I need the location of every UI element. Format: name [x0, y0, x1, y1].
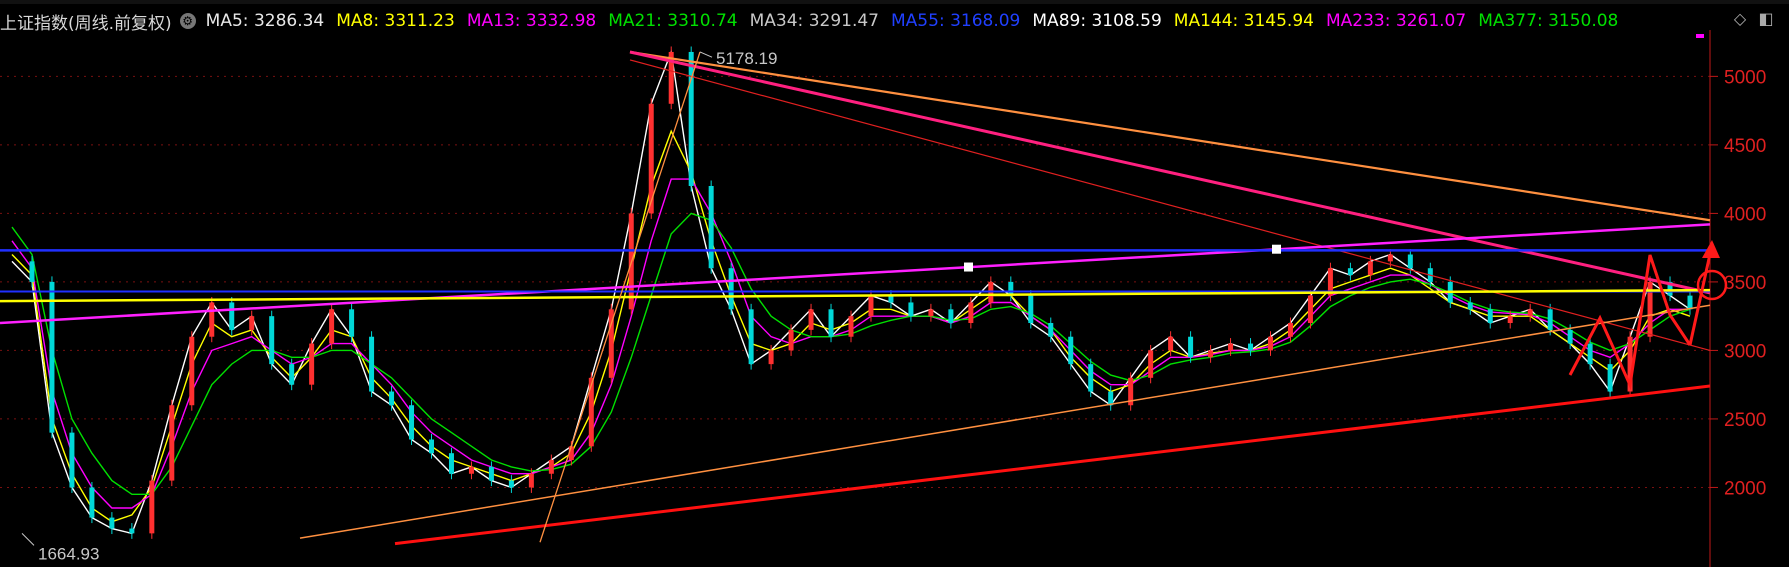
price-candle	[1168, 336, 1174, 351]
price-candle	[1088, 364, 1094, 392]
point-marker	[964, 262, 973, 272]
price-candle	[508, 480, 514, 488]
price-candle	[349, 309, 355, 337]
price-candle	[1028, 295, 1034, 324]
price-candle	[309, 343, 315, 385]
price-candle	[1347, 268, 1353, 276]
y-tick-label: 2500	[1724, 410, 1766, 431]
price-candle	[1467, 302, 1473, 310]
price-candle	[1208, 350, 1214, 358]
price-candle	[369, 336, 375, 392]
price-candle	[329, 309, 335, 344]
price-candle	[748, 309, 754, 365]
trend-line	[629, 59, 1711, 352]
price-candle	[728, 268, 734, 310]
price-candle	[1248, 343, 1254, 351]
price-candle	[1487, 309, 1493, 324]
price-candle	[768, 350, 774, 365]
price-candle	[1367, 261, 1373, 276]
trend-line	[299, 304, 1711, 539]
price-candle	[1068, 336, 1074, 365]
price-candle	[269, 316, 275, 365]
trend-line	[629, 50, 1711, 222]
high-label: 5178.19	[716, 49, 777, 68]
price-candle	[129, 528, 135, 534]
y-tick-label: 3500	[1724, 273, 1766, 294]
price-candle	[1228, 343, 1234, 351]
price-candle	[289, 364, 295, 385]
price-candle	[109, 517, 115, 529]
price-candle	[1188, 336, 1194, 358]
price-candle	[528, 473, 534, 488]
price-candle	[1587, 343, 1593, 365]
y-tick-label: 5000	[1724, 67, 1766, 88]
price-candle	[808, 309, 814, 330]
trend-line	[0, 223, 1711, 325]
price-candle	[468, 466, 474, 474]
price-candle	[868, 295, 874, 317]
price-candle	[488, 466, 494, 481]
price-candle	[1287, 323, 1293, 337]
high-marker	[699, 51, 713, 58]
price-candle	[1407, 254, 1413, 269]
price-candle	[149, 480, 155, 534]
price-chart[interactable]: 2000 2500 3000 3500 4000 4500 5000 5178.19 1664.…	[0, 0, 1789, 567]
price-candle	[1048, 323, 1054, 337]
price-candle	[1607, 364, 1613, 392]
price-candle	[1547, 309, 1553, 330]
point-marker	[1272, 244, 1281, 254]
price-candle	[29, 261, 35, 282]
price-candle	[588, 377, 594, 447]
price-candle	[548, 460, 554, 474]
price-candle	[169, 405, 175, 481]
y-tick-label: 4500	[1724, 136, 1766, 157]
price-candle	[389, 391, 395, 406]
price-candle	[948, 309, 954, 324]
price-candle	[89, 487, 95, 518]
low-marker	[21, 533, 35, 546]
price-candle	[189, 336, 195, 406]
price-candle	[409, 405, 415, 440]
price-candle	[1268, 336, 1273, 351]
price-candle	[828, 309, 834, 337]
price-candle	[249, 316, 255, 330]
price-candle	[788, 329, 794, 351]
price-candle	[1387, 254, 1393, 262]
price-candle	[908, 302, 914, 317]
price-candle	[708, 185, 714, 269]
price-candle	[229, 302, 235, 330]
series-line-4	[11, 212, 1691, 495]
price-candle	[448, 453, 454, 474]
price-candle	[968, 302, 974, 324]
scroll-marker	[1696, 34, 1704, 38]
price-candle	[69, 432, 75, 488]
y-tick-label: 2000	[1724, 478, 1766, 499]
y-tick-label: 3000	[1724, 341, 1766, 362]
price-candle	[1507, 316, 1513, 324]
price-candle	[49, 281, 55, 433]
low-label: 1664.93	[38, 544, 99, 563]
price-candle	[928, 309, 934, 317]
price-candle	[1687, 295, 1693, 310]
price-candle	[1148, 350, 1154, 378]
price-candle	[1527, 309, 1533, 317]
arrow-head	[1702, 240, 1720, 258]
price-candle	[1567, 329, 1573, 344]
price-candle	[1307, 295, 1313, 324]
price-candle	[429, 439, 434, 454]
price-candle	[848, 316, 854, 337]
price-candle	[209, 302, 215, 337]
y-tick-label: 4000	[1724, 204, 1766, 225]
